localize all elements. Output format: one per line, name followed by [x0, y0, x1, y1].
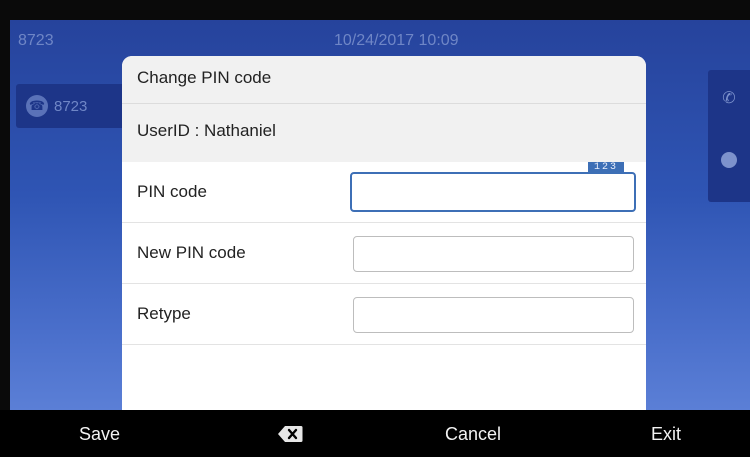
- new-pin-code-input[interactable]: [353, 236, 634, 272]
- change-pin-dialog: Change PIN code UserID : Nathaniel PIN c…: [122, 56, 646, 412]
- dialog-title: Change PIN code: [137, 68, 272, 87]
- dialog-header: Change PIN code UserID : Nathaniel: [122, 56, 646, 162]
- softkey-bar: Save Cancel Exit: [0, 410, 750, 457]
- new-pin-code-row: New PIN code: [122, 223, 646, 284]
- status-line-number: 8723: [18, 32, 54, 49]
- line-key-label: 8723: [54, 97, 88, 115]
- save-softkey[interactable]: Save: [79, 424, 120, 445]
- user-id-label: UserID : Nathaniel: [137, 121, 276, 140]
- pin-code-input[interactable]: [350, 172, 636, 212]
- voicemail-icon[interactable]: [718, 152, 740, 173]
- header-divider: [122, 103, 646, 104]
- cancel-softkey[interactable]: Cancel: [445, 424, 501, 445]
- pin-code-row: PIN code 123: [122, 162, 646, 223]
- backspace-softkey[interactable]: [277, 425, 303, 448]
- status-datetime: 10/24/2017 10:09: [334, 32, 459, 49]
- backspace-icon: [277, 425, 303, 443]
- pin-code-label: PIN code: [137, 182, 207, 201]
- retype-label: Retype: [137, 304, 191, 323]
- retype-pin-input[interactable]: [353, 297, 634, 333]
- handset-icon: ☎: [26, 95, 48, 117]
- side-feature-panel: ✆: [708, 70, 750, 202]
- exit-softkey[interactable]: Exit: [651, 424, 681, 445]
- call-forward-icon[interactable]: ✆: [718, 88, 740, 108]
- new-pin-code-label: New PIN code: [137, 243, 246, 262]
- retype-row: Retype: [122, 284, 646, 345]
